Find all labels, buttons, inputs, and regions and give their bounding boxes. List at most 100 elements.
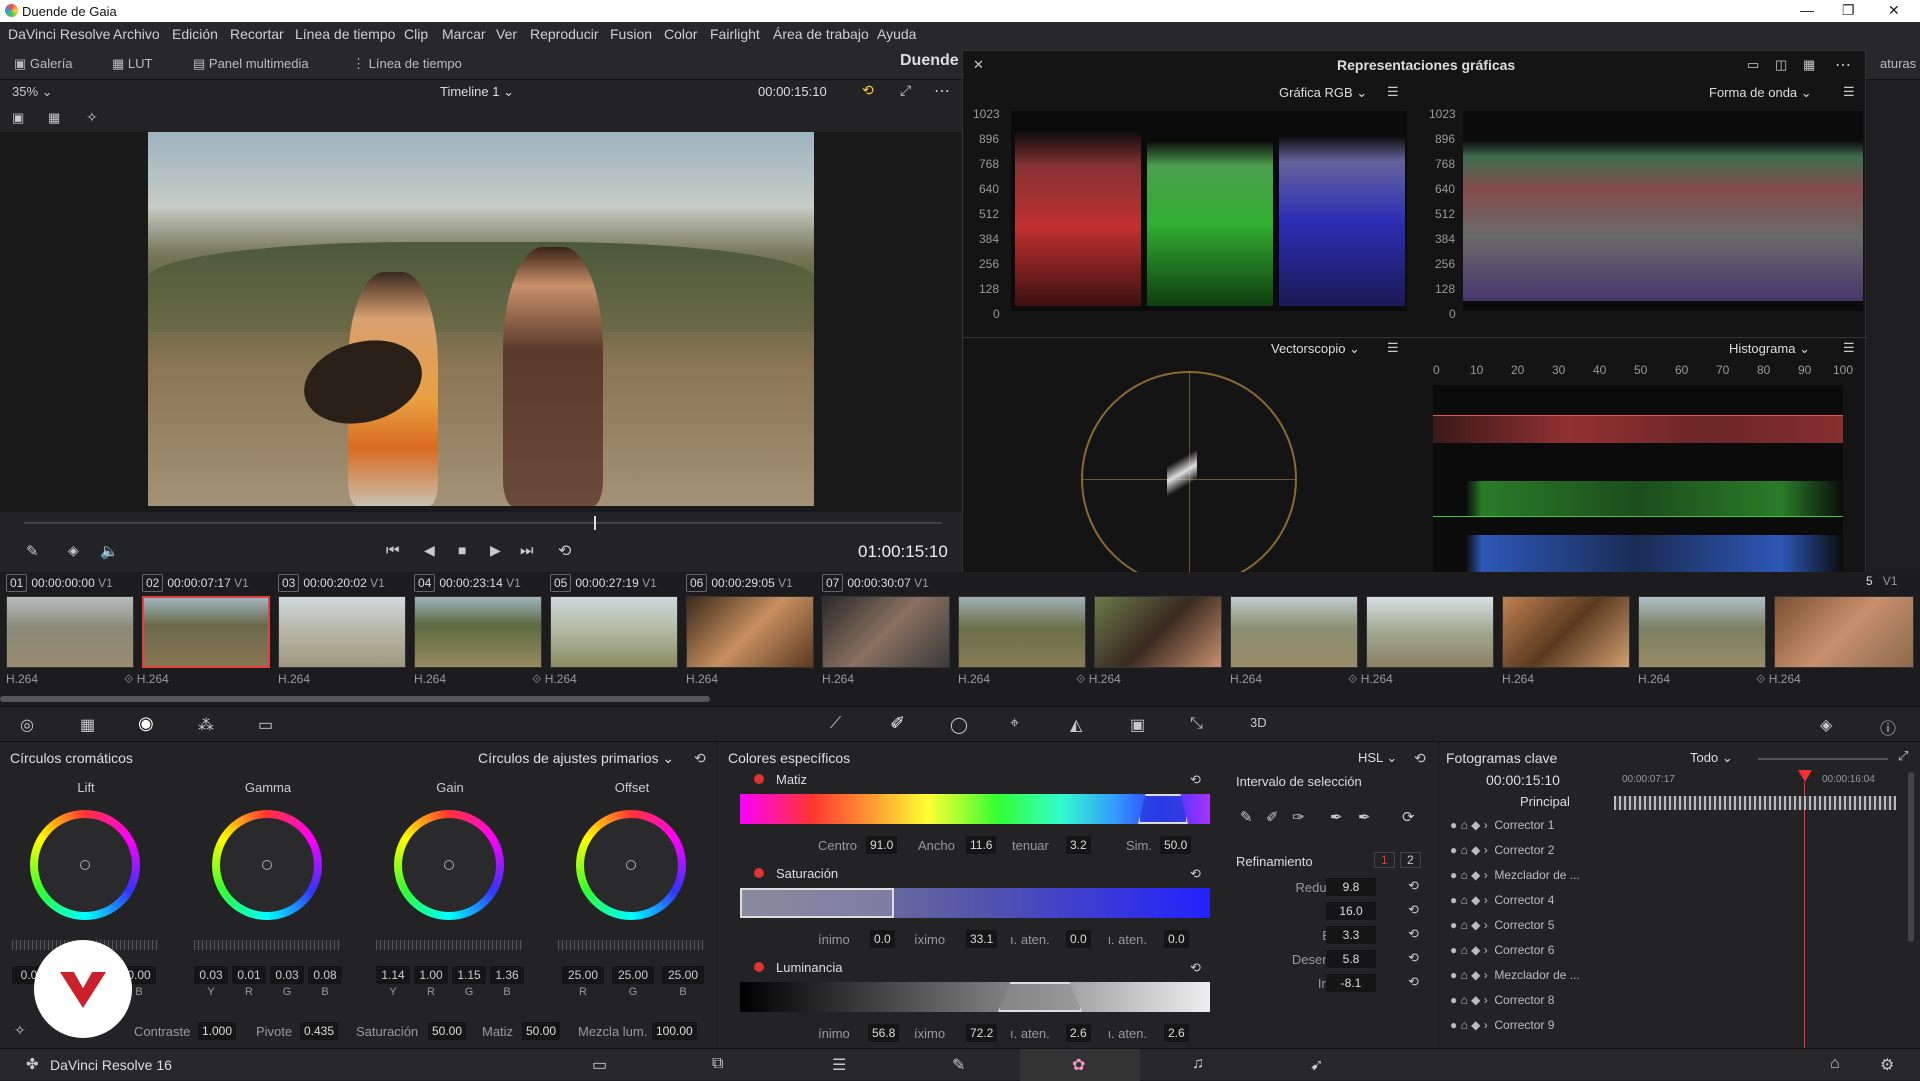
fairlight-page-icon[interactable]: ♫ <box>1192 1055 1204 1073</box>
rgb-mixer-icon[interactable]: ⁂ <box>198 715 214 735</box>
layers-icon[interactable]: ◈ <box>68 542 79 559</box>
lut-button[interactable]: ▦ LUT <box>112 56 152 72</box>
hue-reset-icon[interactable]: ⟲ <box>1190 772 1201 788</box>
keyframe-row[interactable]: ● ⌂ ◆ › Corrector 4 <box>1450 893 1554 907</box>
timeline-select[interactable]: Timeline 1 ⌄ <box>440 84 514 100</box>
lift-wheel[interactable] <box>30 810 140 920</box>
gamma-b-value[interactable]: 0.08 <box>308 966 342 984</box>
cut-page-icon[interactable]: ⧉ <box>712 1055 723 1073</box>
lum-toggle-icon[interactable] <box>754 962 764 972</box>
sat-low-soft-value[interactable]: 0.0 <box>1066 930 1091 948</box>
feather-minus-icon[interactable]: ✒ <box>1330 808 1343 826</box>
volume-icon[interactable]: 🔈 <box>100 542 119 560</box>
lum-range-bar[interactable] <box>740 982 1210 1012</box>
lum-reset-icon[interactable]: ⟲ <box>1190 960 1201 976</box>
media-page-icon[interactable]: ▭ <box>592 1055 607 1075</box>
timeline-button[interactable]: ⋮ Línea de tiempo <box>352 56 462 72</box>
camera-raw-icon[interactable]: ◎ <box>20 715 34 735</box>
vectorscope-select[interactable]: Vectorscopio ⌄ <box>1271 341 1360 357</box>
clip-thumbnail-selected[interactable] <box>142 596 270 668</box>
menu-area[interactable]: Área de trabajo <box>773 26 869 42</box>
keyframes-zoom-slider[interactable] <box>1758 758 1888 760</box>
zoom-select[interactable]: 35% ⌄ <box>12 84 53 100</box>
motion-effects-icon[interactable]: ▭ <box>258 715 273 735</box>
layout-single-icon[interactable]: ▭ <box>1747 57 1759 73</box>
histogram-select[interactable]: Histograma ⌄ <box>1729 341 1810 357</box>
refine-tab-2[interactable]: 2 <box>1400 852 1421 868</box>
layout-quad-icon[interactable]: ▦ <box>1803 57 1815 73</box>
gain-y-value[interactable]: 1.14 <box>376 966 410 984</box>
refine-value[interactable]: 16.0 <box>1326 902 1376 920</box>
toolbar-right-label[interactable]: aturas <box>1880 56 1916 71</box>
single-view-icon[interactable]: ▣ <box>12 110 24 126</box>
menu-recortar[interactable]: Recortar <box>230 26 284 42</box>
tracker-icon[interactable]: ⌖ <box>1010 715 1019 733</box>
hue-range-bar[interactable] <box>740 794 1210 824</box>
keyframes-scrollbar[interactable] <box>1908 772 1914 942</box>
lum-mix-value[interactable]: 100.00 <box>652 1022 697 1040</box>
scopes-more-icon[interactable]: ⋯ <box>1835 55 1851 75</box>
offset-master-slider[interactable] <box>558 940 704 950</box>
stop-icon[interactable]: ■ <box>458 542 466 558</box>
key-icon[interactable]: ▣ <box>1130 715 1145 735</box>
color-match-icon[interactable]: ▦ <box>80 715 95 735</box>
gain-master-slider[interactable] <box>376 940 522 950</box>
gain-r-value[interactable]: 1.00 <box>414 966 448 984</box>
lum-max-value[interactable]: 72.2 <box>966 1024 998 1042</box>
scopes-close-icon[interactable]: ✕ <box>973 57 984 73</box>
clip-thumbnail[interactable] <box>414 596 542 668</box>
clip-thumbnail[interactable] <box>1230 596 1358 668</box>
invert-icon[interactable]: ⟳ <box>1402 808 1415 826</box>
window-icon[interactable]: ◯ <box>950 715 968 735</box>
rgb-parade-select[interactable]: Gráfica RGB ⌄ <box>1279 85 1367 101</box>
offset-wheel[interactable] <box>576 810 686 920</box>
refine-reset-icon[interactable]: ⟲ <box>1408 878 1419 894</box>
clip-thumbnail[interactable] <box>278 596 406 668</box>
rgb-settings-icon[interactable]: ☰ <box>1387 84 1399 100</box>
gamma-g-value[interactable]: 0.03 <box>270 966 304 984</box>
curves-icon[interactable]: ⟋ <box>830 715 841 733</box>
color-wheels-icon[interactable]: ◉ <box>138 713 154 734</box>
maximize-icon[interactable]: ❐ <box>1842 2 1855 19</box>
hue-value[interactable]: 50.00 <box>522 1022 561 1040</box>
clip-thumbnail[interactable] <box>1366 596 1494 668</box>
more-options-icon[interactable]: ⋯ <box>934 81 950 101</box>
menu-linea[interactable]: Línea de tiempo <box>295 26 395 42</box>
waveform-select[interactable]: Forma de onda ⌄ <box>1709 85 1812 101</box>
gamma-master-slider[interactable] <box>194 940 340 950</box>
keyframe-row[interactable]: ● ⌂ ◆ › Corrector 1 <box>1450 818 1554 832</box>
gamma-r-value[interactable]: 0.01 <box>232 966 266 984</box>
keyframe-row[interactable]: ● ⌂ ◆ › Corrector 2 <box>1450 843 1554 857</box>
deliver-page-icon[interactable]: ➹ <box>1310 1055 1323 1075</box>
picker-icon[interactable]: ✎ <box>26 542 39 560</box>
loop-icon[interactable]: ⟲ <box>558 541 571 561</box>
menu-edicion[interactable]: Edición <box>172 26 218 42</box>
menu-marcar[interactable]: Marcar <box>442 26 486 42</box>
clip-strip-scrollbar[interactable] <box>0 696 710 702</box>
hue-width-value[interactable]: 11.6 <box>966 836 997 854</box>
viewer-timecode-top[interactable]: 00:00:15:10 <box>758 84 827 99</box>
qualifier-mode-select[interactable]: HSL ⌄ <box>1358 750 1397 766</box>
layout-double-icon[interactable]: ◫ <box>1775 57 1787 73</box>
sat-min-value[interactable]: 0.0 <box>870 930 895 948</box>
gain-wheel[interactable] <box>394 810 504 920</box>
3d-icon[interactable]: 3D <box>1250 715 1267 730</box>
gain-b-value[interactable]: 1.36 <box>490 966 524 984</box>
clip-thumbnail[interactable] <box>1774 596 1914 668</box>
lum-range-handle[interactable] <box>998 982 1082 1012</box>
refine-reset-icon[interactable]: ⟲ <box>1408 950 1419 966</box>
keyframe-row[interactable]: ● ⌂ ◆ › Corrector 5 <box>1450 918 1554 932</box>
media-button[interactable]: ▤ Panel multimedia <box>193 56 309 72</box>
minimize-icon[interactable]: — <box>1800 2 1814 18</box>
keyframe-row[interactable]: ● ⌂ ◆ › Corrector 6 <box>1450 943 1554 957</box>
picker-minus-icon[interactable]: ✐ <box>1266 808 1279 826</box>
picker-plus-icon[interactable]: ✑ <box>1292 808 1305 826</box>
vectorscope-settings-icon[interactable]: ☰ <box>1387 340 1399 356</box>
sync-icon[interactable]: ⟲ <box>862 82 874 99</box>
sat-reset-icon[interactable]: ⟲ <box>1190 866 1201 882</box>
menu-fairlight[interactable]: Fairlight <box>710 26 760 42</box>
close-icon[interactable]: ✕ <box>1888 2 1900 19</box>
settings-gear-icon[interactable]: ⚙ <box>1880 1055 1894 1075</box>
menu-ver[interactable]: Ver <box>496 26 517 42</box>
contrast-value[interactable]: 1.000 <box>198 1022 237 1040</box>
